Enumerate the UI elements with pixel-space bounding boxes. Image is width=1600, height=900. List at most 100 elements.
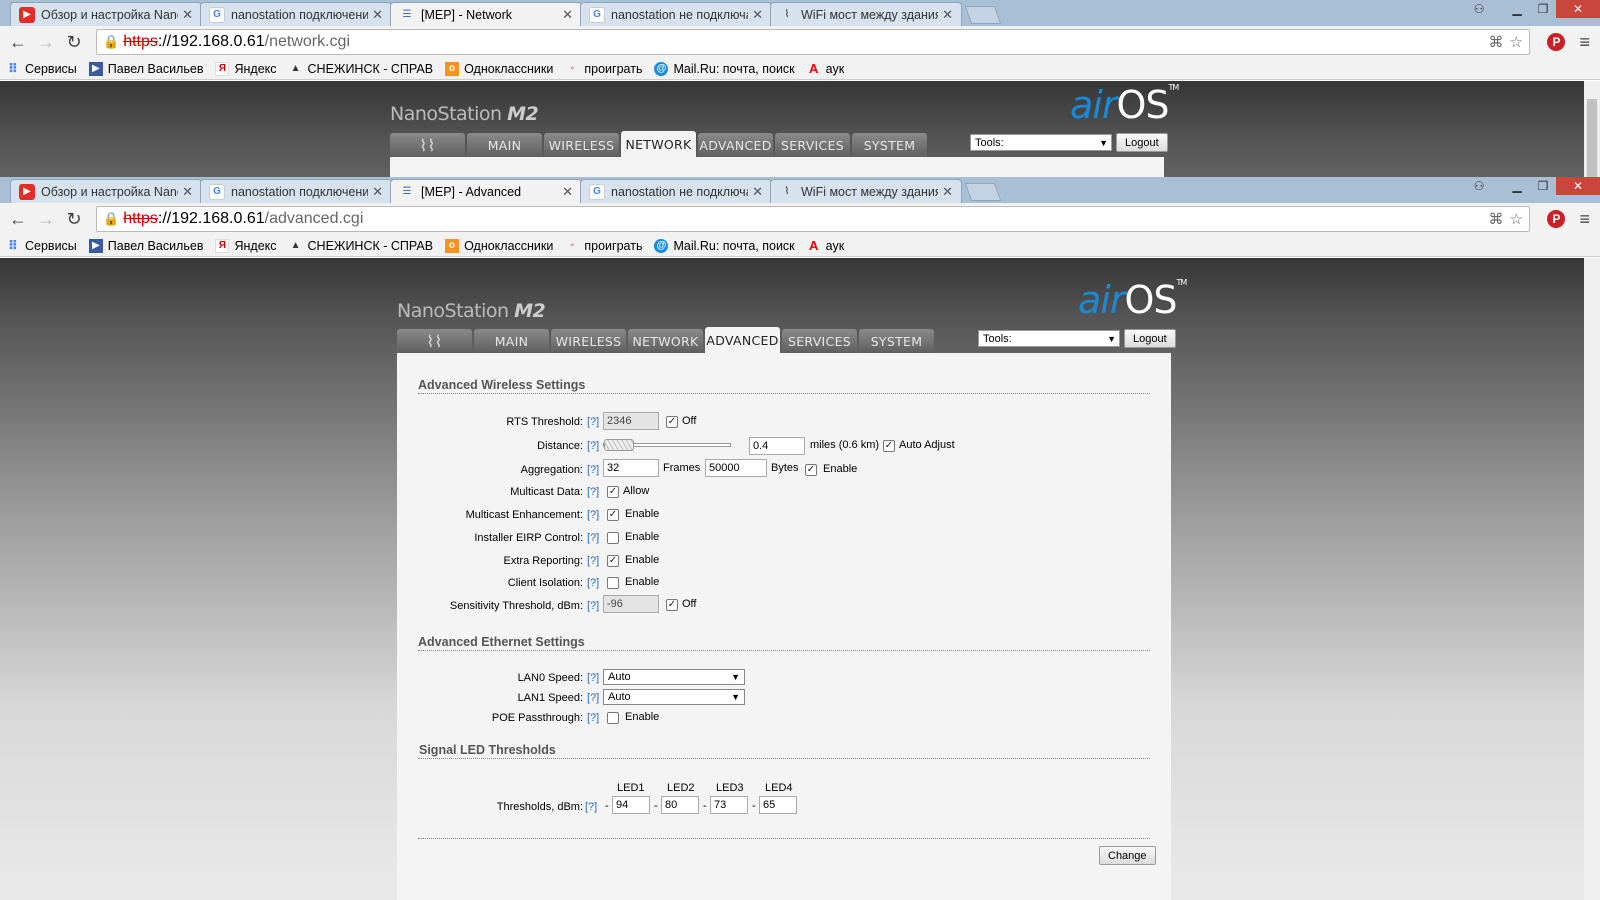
bookmark-item[interactable]: ▲ СНЕЖИНСК - СПРАВ bbox=[289, 239, 434, 253]
help-link[interactable]: [?] bbox=[587, 486, 599, 498]
pinterest-icon[interactable]: P bbox=[1547, 210, 1566, 228]
help-link[interactable]: [?] bbox=[587, 600, 599, 612]
tab-main[interactable]: MAIN bbox=[467, 133, 542, 157]
new-tab-button[interactable] bbox=[964, 6, 1002, 24]
bookmark-item[interactable]: ▶ Павел Васильев bbox=[88, 61, 203, 76]
multicast-enhancement-checkbox[interactable]: ✓ bbox=[607, 509, 619, 521]
tab-advanced[interactable]: ADVANCED bbox=[705, 327, 780, 353]
led1-input[interactable]: 94 bbox=[612, 796, 650, 814]
sensitivity-off-checkbox[interactable]: ✓ bbox=[666, 599, 678, 611]
rts-off-checkbox[interactable]: ✓ bbox=[666, 416, 678, 428]
help-link[interactable]: [?] bbox=[587, 672, 599, 684]
help-link[interactable]: [?] bbox=[585, 801, 597, 813]
help-link[interactable]: [?] bbox=[587, 577, 599, 589]
rts-input[interactable]: 2346 bbox=[603, 412, 659, 430]
tab-services[interactable]: SERVICES bbox=[782, 329, 857, 353]
lan0-speed-select[interactable]: Auto ▼ bbox=[603, 669, 745, 685]
minimize-icon[interactable]: ▁ bbox=[1504, 0, 1530, 18]
menu-icon[interactable]: ≡ bbox=[1579, 209, 1590, 230]
tab-main[interactable]: MAIN bbox=[474, 329, 549, 353]
tools-select[interactable]: Tools: ▼ bbox=[978, 330, 1120, 347]
lan1-speed-select[interactable]: Auto ▼ bbox=[603, 689, 745, 705]
close-icon[interactable]: ✕ bbox=[752, 184, 763, 200]
browser-tab[interactable]: Gnanostation не подключа ✕ bbox=[580, 179, 772, 203]
reload-icon[interactable]: ↻ bbox=[60, 205, 88, 233]
browser-tab[interactable]: Gnanostation подключени ✕ bbox=[200, 2, 392, 26]
ubnt-logo-tab[interactable]: ⌇⌇ bbox=[397, 329, 472, 353]
help-link[interactable]: [?] bbox=[587, 509, 599, 521]
ubnt-logo-tab[interactable]: ⌇⌇ bbox=[390, 133, 465, 157]
forward-icon[interactable]: → bbox=[32, 28, 60, 56]
reload-icon[interactable]: ↻ bbox=[60, 28, 88, 56]
poe-checkbox[interactable] bbox=[607, 712, 619, 724]
bookmark-item[interactable]: Я Яндекс bbox=[215, 238, 277, 253]
led3-input[interactable]: 73 bbox=[710, 796, 748, 814]
browser-tab[interactable]: Gnanostation не подключа ✕ bbox=[580, 2, 772, 26]
change-button[interactable]: Change bbox=[1099, 846, 1156, 865]
translate-icon[interactable]: ⌘ bbox=[1489, 210, 1504, 228]
forward-icon[interactable]: → bbox=[32, 205, 60, 233]
bookmark-item[interactable]: о Одноклассники bbox=[445, 61, 553, 76]
extra-reporting-checkbox[interactable]: ✓ bbox=[607, 555, 619, 567]
bookmark-star-icon[interactable]: ☆ bbox=[1510, 210, 1523, 228]
help-link[interactable]: [?] bbox=[587, 464, 599, 476]
scrollbar[interactable] bbox=[1584, 258, 1600, 900]
user-icon[interactable]: ⚇ bbox=[1466, 0, 1492, 18]
bookmark-item[interactable]: Aаук bbox=[807, 61, 844, 76]
close-icon[interactable]: ✕ bbox=[182, 7, 193, 23]
tools-select[interactable]: Tools: ▼ bbox=[970, 134, 1112, 151]
aggregation-enable-checkbox[interactable]: ✓ bbox=[805, 464, 817, 476]
back-icon[interactable]: ← bbox=[4, 28, 32, 56]
sensitivity-input[interactable]: -96 bbox=[603, 595, 659, 613]
distance-slider-handle[interactable] bbox=[604, 439, 634, 451]
bookmark-item[interactable]: Я Яндекс bbox=[215, 61, 277, 76]
eirp-checkbox[interactable] bbox=[607, 532, 619, 544]
browser-tab-active[interactable]: ☰ [MEP] - Network ✕ bbox=[390, 2, 582, 26]
aggregation-bytes-input[interactable]: 50000 bbox=[705, 459, 767, 477]
tab-advanced[interactable]: ADVANCED bbox=[698, 133, 773, 157]
bookmark-item[interactable]: ◦ проиграть bbox=[565, 239, 643, 253]
tab-wireless[interactable]: WIRELESS bbox=[551, 329, 626, 353]
close-icon[interactable]: ✕ bbox=[372, 184, 383, 200]
window-close-icon[interactable]: ✕ bbox=[1556, 177, 1600, 195]
browser-tab[interactable]: ▶ Обзор и настройка Nano ✕ bbox=[10, 2, 202, 26]
browser-tab[interactable]: ▶ Обзор и настройка Nano ✕ bbox=[10, 179, 202, 203]
close-icon[interactable]: ✕ bbox=[942, 184, 953, 200]
restore-icon[interactable]: ❐ bbox=[1530, 0, 1556, 18]
distance-input[interactable]: 0.4 bbox=[749, 437, 805, 455]
led2-input[interactable]: 80 bbox=[661, 796, 699, 814]
tab-system[interactable]: SYSTEM bbox=[852, 133, 927, 157]
browser-tab[interactable]: ⌇ WiFi мост между здания ✕ bbox=[770, 179, 962, 203]
tab-system[interactable]: SYSTEM bbox=[859, 329, 934, 353]
browser-tab-active[interactable]: ☰ [MEP] - Advanced ✕ bbox=[390, 179, 582, 203]
address-bar[interactable]: 🔒 https://192.168.0.61/network.cgi ⌘ ☆ bbox=[96, 29, 1530, 55]
close-icon[interactable]: ✕ bbox=[562, 184, 573, 200]
tab-network[interactable]: NETWORK bbox=[621, 131, 696, 157]
bookmark-item[interactable]: ▲ СНЕЖИНСК - СПРАВ bbox=[289, 62, 434, 76]
bookmark-apps[interactable]: ⠿ Сервисы bbox=[6, 238, 77, 253]
close-icon[interactable]: ✕ bbox=[752, 7, 763, 23]
address-bar[interactable]: 🔒 https://192.168.0.61/advanced.cgi ⌘ ☆ bbox=[96, 206, 1530, 232]
help-link[interactable]: [?] bbox=[587, 416, 599, 428]
user-icon[interactable]: ⚇ bbox=[1466, 177, 1492, 195]
browser-tab[interactable]: ⌇ WiFi мост между здания ✕ bbox=[770, 2, 962, 26]
restore-icon[interactable]: ❐ bbox=[1530, 177, 1556, 195]
close-icon[interactable]: ✕ bbox=[372, 7, 383, 23]
bookmark-apps[interactable]: ⠿ Сервисы bbox=[6, 61, 77, 76]
menu-icon[interactable]: ≡ bbox=[1579, 32, 1590, 53]
bookmark-item[interactable]: ▶ Павел Васильев bbox=[88, 238, 203, 253]
new-tab-button[interactable] bbox=[964, 183, 1002, 201]
multicast-data-checkbox[interactable]: ✓ bbox=[607, 486, 619, 498]
scrollbar-thumb[interactable] bbox=[1587, 99, 1597, 177]
auto-adjust-checkbox[interactable]: ✓ bbox=[883, 440, 895, 452]
client-isolation-checkbox[interactable] bbox=[607, 577, 619, 589]
scrollbar[interactable] bbox=[1584, 81, 1600, 177]
close-icon[interactable]: ✕ bbox=[562, 7, 573, 23]
help-link[interactable]: [?] bbox=[587, 440, 599, 452]
help-link[interactable]: [?] bbox=[587, 712, 599, 724]
led4-input[interactable]: 65 bbox=[759, 796, 797, 814]
tab-network[interactable]: NETWORK bbox=[628, 329, 703, 353]
back-icon[interactable]: ← bbox=[4, 205, 32, 233]
help-link[interactable]: [?] bbox=[587, 532, 599, 544]
logout-button[interactable]: Logout bbox=[1124, 329, 1176, 348]
